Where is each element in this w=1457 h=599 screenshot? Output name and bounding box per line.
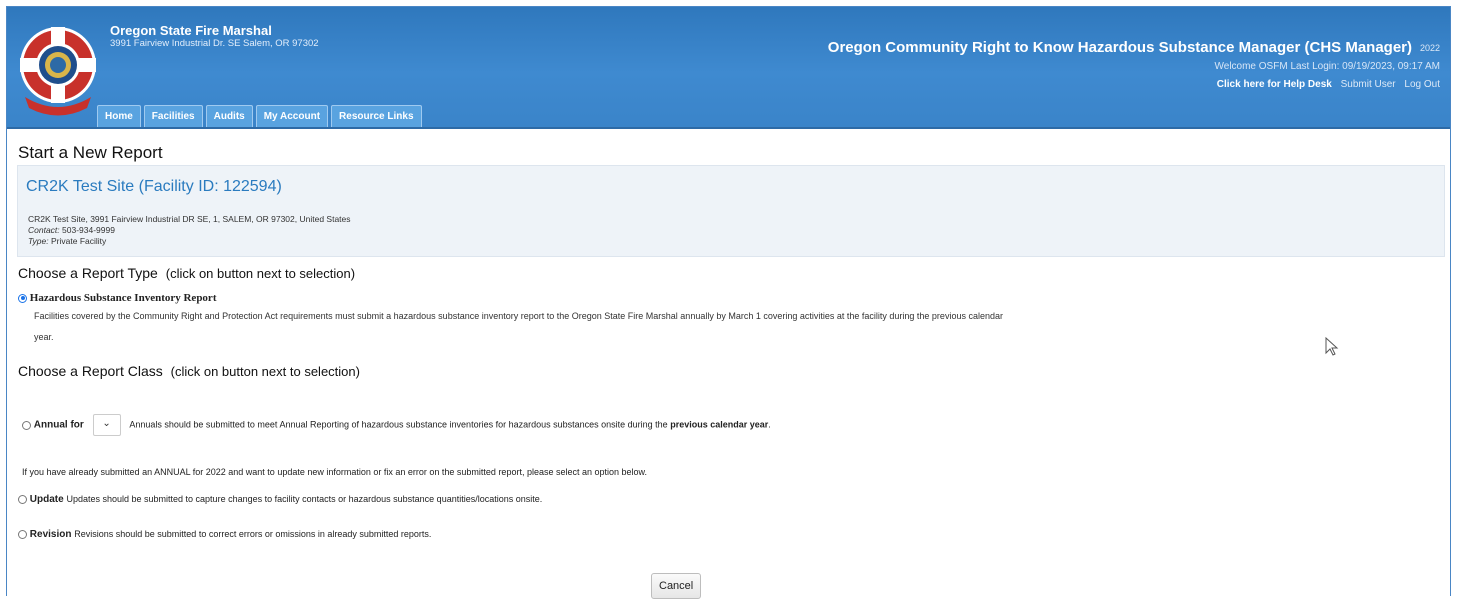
chevron-down-icon: ⌄ [102,418,111,429]
org-address: 3991 Fairview Industrial Dr. SE Salem, O… [110,38,319,49]
annual-radio[interactable] [22,420,31,430]
report-class-hint: (click on button next to selection) [170,364,360,379]
facility-summary: CR2K Test Site (Facility ID: 122594) CR2… [17,165,1445,257]
logout-link[interactable]: Log Out [1404,79,1440,90]
tab-resource-links[interactable]: Resource Links [331,105,422,127]
annual-desc-suffix: . [768,419,771,430]
hsi-report-radio[interactable] [18,293,27,303]
app-year: 2022 [1419,43,1440,53]
contact-label: Contact: [28,225,60,235]
contact-value: 503-934-9999 [62,225,115,235]
report-type-hint: (click on button next to selection) [165,266,356,281]
annual-year-select[interactable]: ⌄ [92,414,121,436]
hsi-description-line2: year. [34,332,54,342]
submit-user-link[interactable]: Submit User [1341,79,1396,90]
report-class-title: Choose a Report Class [18,363,163,379]
tab-home[interactable]: Home [97,105,141,127]
annual-desc-prefix: Annuals should be submitted to meet Annu… [129,419,668,430]
revision-option[interactable]: Revision Revisions should be submitted t… [18,529,431,540]
update-radio[interactable] [18,494,27,504]
app-title: Oregon Community Right to Know Hazardous… [827,39,1412,56]
app-header: Oregon State Fire Marshal 3991 Fairview … [7,7,1450,129]
org-name: Oregon State Fire Marshal [110,23,272,38]
type-label: Type: [28,236,49,246]
facility-name[interactable]: CR2K Test Site (Facility ID: 122594) [26,178,282,196]
revision-radio[interactable] [18,529,27,539]
update-description: Updates should be submitted to capture c… [66,494,543,504]
revision-description: Revisions should be submitted to correct… [74,529,432,539]
hsi-report-option[interactable]: Hazardous Substance Inventory Report [18,292,216,304]
update-label: Update [29,494,64,505]
page-title: Start a New Report [18,143,163,162]
report-type-title: Choose a Report Type [18,265,158,281]
tab-audits[interactable]: Audits [205,105,253,127]
annual-desc-bold: previous calendar year [670,419,769,430]
already-submitted-note: If you have already submitted an ANNUAL … [22,467,648,477]
help-desk-link[interactable]: Click here for Help Desk [1217,79,1332,90]
facility-contact: Contact: 503-934-9999 [28,225,115,235]
update-option[interactable]: Update Updates should be submitted to ca… [18,494,542,505]
mouse-pointer-icon [1325,336,1339,362]
tab-my-account[interactable]: My Account [255,105,329,127]
type-value: Private Facility [51,236,107,246]
hsi-description-line1: Facilities covered by the Community Righ… [34,311,1003,321]
osfm-seal-icon [17,13,99,119]
tab-facilities[interactable]: Facilities [143,105,203,127]
main-nav: Home Facilities Audits My Account Resour… [97,105,422,127]
report-class-heading: Choose a Report Class (click on button n… [18,363,360,379]
annual-description: Annuals should be submitted to meet Annu… [129,420,770,430]
annual-label: Annual for [33,419,84,431]
annual-option[interactable]: Annual for ⌄ Annuals should be submitted… [22,414,771,436]
hsi-report-label: Hazardous Substance Inventory Report [29,292,217,304]
welcome-status: Welcome OSFM Last Login: 09/19/2023, 09:… [1214,61,1441,72]
cancel-button[interactable]: Cancel [651,573,702,599]
report-type-heading: Choose a Report Type (click on button ne… [18,265,355,281]
header-links: Click here for Help Desk Submit User Log… [1211,79,1440,90]
app-frame: Oregon State Fire Marshal 3991 Fairview … [6,6,1451,599]
facility-type: Type: Private Facility [28,236,106,246]
facility-address: CR2K Test Site, 3991 Fairview Industrial… [28,214,351,224]
revision-label: Revision [29,529,72,540]
